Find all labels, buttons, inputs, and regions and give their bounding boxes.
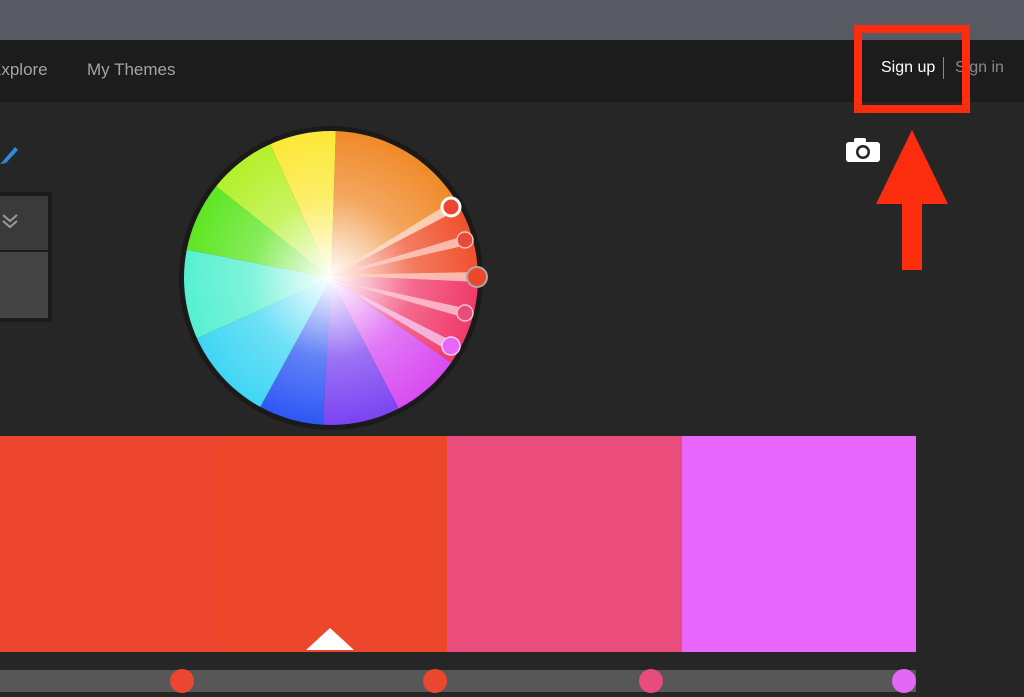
nav-explore-link[interactable]: Explore xyxy=(0,60,48,80)
color-swatch-1[interactable] xyxy=(0,436,211,652)
harmony-handle-5[interactable] xyxy=(441,336,461,356)
harmony-handle-4[interactable] xyxy=(456,304,474,322)
harmony-handle-base[interactable] xyxy=(466,266,488,288)
double-chevron-down-icon[interactable] xyxy=(2,212,18,230)
color-mode-panel-body xyxy=(0,252,48,318)
slider-handle-3[interactable] xyxy=(639,669,663,693)
camera-icon[interactable] xyxy=(845,137,881,163)
base-color-marker xyxy=(306,628,354,650)
slider-handle-1[interactable] xyxy=(170,669,194,693)
annotation-arrow-shaft xyxy=(902,200,922,270)
color-wheel[interactable] xyxy=(178,124,488,434)
annotation-highlight-box xyxy=(854,25,970,113)
harmony-handle-2[interactable] xyxy=(456,231,474,249)
color-slider-track[interactable] xyxy=(0,670,916,692)
annotation-arrow-head xyxy=(876,130,948,204)
slider-handle-2[interactable] xyxy=(423,669,447,693)
nav-my-themes-link[interactable]: My Themes xyxy=(87,60,176,80)
slider-handle-4[interactable] xyxy=(892,669,916,693)
color-swatch-4[interactable] xyxy=(682,436,916,652)
pencil-icon[interactable] xyxy=(0,142,20,164)
color-swatch-2[interactable] xyxy=(211,436,447,652)
harmony-handle-1[interactable] xyxy=(440,196,462,218)
color-swatch-3[interactable] xyxy=(447,436,682,652)
